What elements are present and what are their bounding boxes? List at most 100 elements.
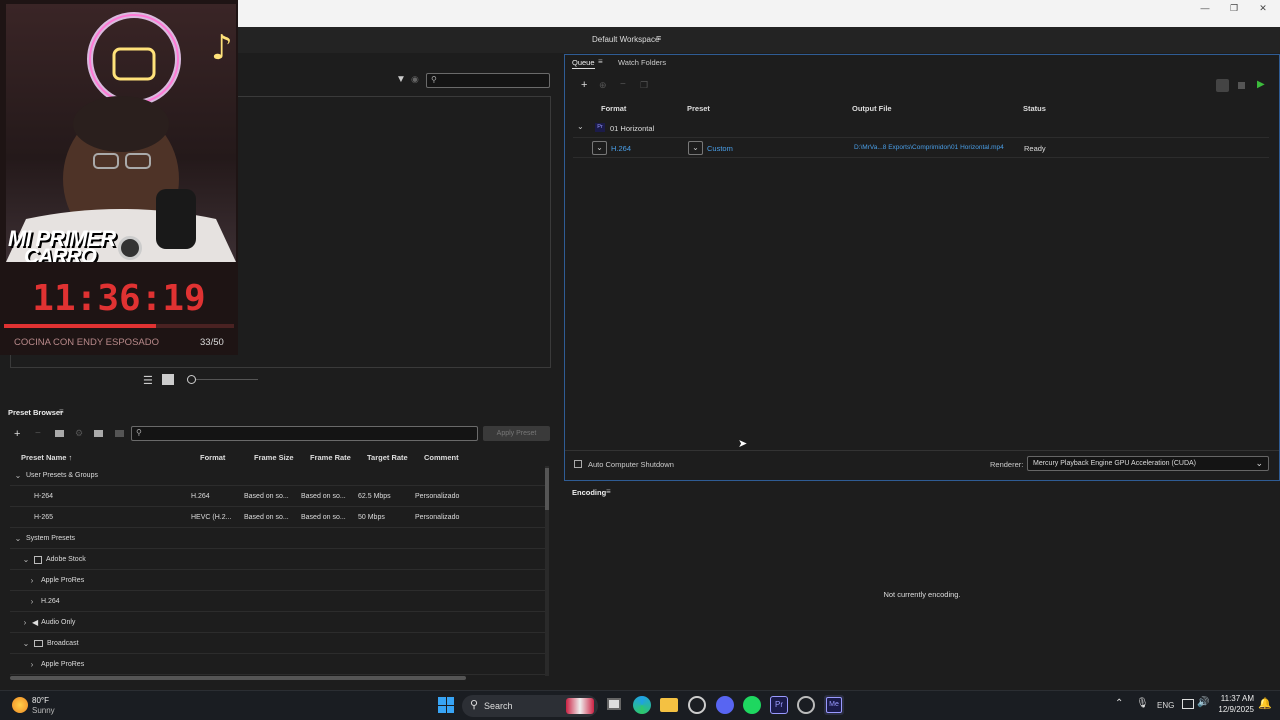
queue-item-preset[interactable]: Custom <box>707 144 733 153</box>
spotify-icon[interactable] <box>743 696 761 714</box>
workspace-menu-icon[interactable]: ≡ <box>656 33 661 43</box>
chevron-right-icon[interactable]: › <box>27 576 37 585</box>
close-icon[interactable]: ✕ <box>1248 0 1278 16</box>
import-preset-icon[interactable] <box>94 430 103 437</box>
clock-time[interactable]: 11:37 AM <box>1220 694 1254 703</box>
apply-preset-button[interactable]: Apply Preset <box>483 426 550 441</box>
eye-icon[interactable]: ◉ <box>411 74 419 85</box>
chevron-right-icon[interactable]: › <box>27 597 37 606</box>
microphone-icon[interactable]: 🎙 <box>1136 698 1149 709</box>
preset-search-input[interactable]: ⚲ <box>131 426 478 441</box>
media-encoder-icon[interactable]: Me <box>826 697 842 713</box>
stop-icon[interactable] <box>1238 82 1245 89</box>
workspace-label[interactable]: Default Workspace <box>592 35 659 44</box>
goal-progress-track <box>4 324 234 328</box>
new-group-icon[interactable] <box>55 430 64 437</box>
parallel-encoding-icon[interactable] <box>1216 79 1229 92</box>
media-search-input[interactable]: ⚲ <box>426 73 550 88</box>
col-frame-rate[interactable]: Frame Rate <box>310 453 351 462</box>
weather-sun-icon[interactable] <box>12 697 28 713</box>
renderer-select[interactable]: Mercury Playback Engine GPU Acceleration… <box>1027 456 1269 471</box>
col-preset-name[interactable]: Preset Name ↑ <box>21 453 72 462</box>
chevron-down-icon[interactable]: ⌄ <box>21 639 31 648</box>
preset-dropdown-icon[interactable]: ⌄ <box>688 141 703 155</box>
col-preset-format[interactable]: Format <box>200 453 225 462</box>
zoom-slider-track[interactable] <box>196 379 258 380</box>
duplicate-icon[interactable]: ❐ <box>640 80 648 91</box>
preset-scrollbar-h[interactable] <box>10 676 466 680</box>
preset-group-row[interactable]: ⌄ User Presets & Groups <box>10 466 546 486</box>
zoom-slider-handle[interactable] <box>187 375 196 384</box>
tab-queue[interactable]: Queue <box>572 58 595 69</box>
col-preset[interactable]: Preset <box>687 104 710 113</box>
chevron-down-icon[interactable]: ⌄ <box>577 122 584 131</box>
preset-row[interactable]: H-264 H.264 Based on so... Based on so..… <box>10 487 546 507</box>
col-format[interactable]: Format <box>601 104 626 113</box>
preset-scrollbar-v[interactable] <box>545 466 549 676</box>
queue-group-row[interactable]: ⌄ Pr 01 Horizontal <box>573 118 1269 138</box>
network-icon[interactable] <box>1182 699 1194 709</box>
encoding-menu-icon[interactable]: ≡ <box>606 487 611 496</box>
chevron-right-icon[interactable]: › <box>27 660 37 669</box>
chevron-right-icon[interactable]: › <box>20 618 30 627</box>
volume-icon[interactable]: 🔊 <box>1197 697 1209 708</box>
notification-bell-icon[interactable]: 🔔 <box>1258 697 1272 710</box>
format-dropdown-icon[interactable]: ⌄ <box>592 141 607 155</box>
task-view-icon[interactable] <box>607 698 621 710</box>
obs-studio-icon[interactable] <box>797 696 815 714</box>
taskbar-search[interactable]: ⚲ Search <box>462 695 598 717</box>
queue-item-format[interactable]: H.264 <box>611 144 631 153</box>
queue-item-row[interactable]: ⌄ H.264 ⌄ Custom D:\MrVa...8 Exports\Com… <box>573 138 1269 158</box>
tab-watch-folders[interactable]: Watch Folders <box>618 58 666 67</box>
col-output-file[interactable]: Output File <box>852 104 892 113</box>
preset-group-row[interactable]: ⌄ Adobe Stock <box>10 550 546 570</box>
icon-view-icon[interactable] <box>162 374 174 385</box>
language-indicator[interactable]: ENG <box>1157 701 1174 710</box>
chatgpt-icon[interactable] <box>688 696 706 714</box>
new-preset-icon[interactable]: + <box>14 428 20 440</box>
clock-date[interactable]: 12/9/2025 <box>1212 705 1254 714</box>
queue-menu-icon[interactable]: ≡ <box>598 57 603 66</box>
chevron-down-icon[interactable]: ⌄ <box>21 555 31 564</box>
add-source-icon[interactable]: + <box>581 79 587 91</box>
col-target-rate[interactable]: Target Rate <box>367 453 408 462</box>
preset-group-row[interactable]: › Apple ProRes <box>10 655 546 675</box>
weather-desc[interactable]: Sunny <box>32 706 55 715</box>
add-output-icon[interactable]: ⊕ <box>599 80 607 91</box>
edge-browser-icon[interactable] <box>633 696 651 714</box>
webcam-feed: ♪ <box>6 4 236 262</box>
preset-row[interactable]: H-265 HEVC (H.2... Based on so... Based … <box>10 508 546 528</box>
file-explorer-icon[interactable] <box>660 698 678 712</box>
premiere-badge-icon: Pr <box>595 123 605 132</box>
remove-icon[interactable]: − <box>620 79 626 90</box>
weather-temp[interactable]: 80°F <box>32 696 49 705</box>
auto-shutdown-checkbox[interactable] <box>574 460 582 468</box>
preset-scrollbar-thumb[interactable] <box>545 468 549 510</box>
preset-group-row[interactable]: › Apple ProRes <box>10 571 546 591</box>
preset-settings-icon[interactable]: ⚙ <box>75 428 83 439</box>
filter-icon[interactable]: ▼ <box>396 74 406 85</box>
remove-preset-icon[interactable]: − <box>35 428 41 439</box>
chevron-up-icon[interactable]: ⌃ <box>1115 698 1123 709</box>
preset-group-row[interactable]: › ◀ Audio Only <box>10 613 546 633</box>
windows-start-icon[interactable] <box>438 697 454 713</box>
preset-group-row[interactable]: ⌄ System Presets <box>10 529 546 549</box>
minimize-icon[interactable]: — <box>1190 0 1220 16</box>
premiere-pro-icon[interactable]: Pr <box>770 696 788 714</box>
list-view-icon[interactable]: ☰ <box>143 374 153 387</box>
col-frame-size[interactable]: Frame Size <box>254 453 294 462</box>
restore-icon[interactable]: ❐ <box>1219 0 1249 16</box>
chevron-down-icon[interactable]: ⌄ <box>13 471 23 480</box>
preset-browser-title[interactable]: Preset Browser <box>8 408 63 417</box>
discord-icon[interactable] <box>716 696 734 714</box>
queue-item-output[interactable]: D:\MrVa...8 Exports\Comprimidor\01 Horiz… <box>854 144 1004 151</box>
start-queue-icon[interactable]: ▶ <box>1257 79 1265 90</box>
preset-group-row[interactable]: ⌄ Broadcast <box>10 634 546 654</box>
preset-browser-menu-icon[interactable]: ≡ <box>59 407 64 416</box>
export-preset-icon[interactable] <box>115 430 124 437</box>
col-comment[interactable]: Comment <box>424 453 459 462</box>
col-status[interactable]: Status <box>1023 104 1046 113</box>
chevron-down-icon[interactable]: ⌄ <box>13 534 23 543</box>
encoding-title[interactable]: Encoding <box>572 488 606 497</box>
preset-group-row[interactable]: › H.264 <box>10 592 546 612</box>
